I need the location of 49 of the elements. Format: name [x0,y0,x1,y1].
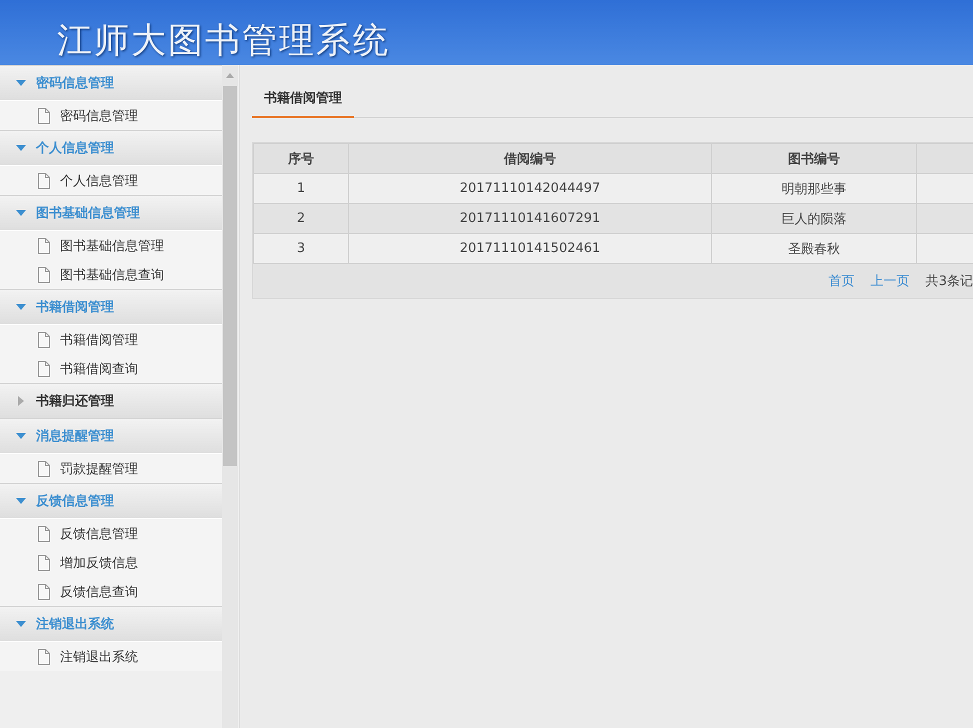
expanded-triangle-icon [16,145,26,151]
document-icon [38,172,50,188]
document-icon [38,526,50,542]
tab[interactable]: 书籍借阅管理 [252,83,354,118]
menu-item[interactable]: 个人信息管理 [0,166,222,195]
table-cell: 巨人的陨落 [712,204,916,234]
scrollbar[interactable] [222,65,238,728]
expanded-triangle-icon [16,210,26,216]
column-header: 序号 [254,144,348,174]
menu-item[interactable]: 密码信息管理 [0,101,222,130]
system-title: 江师大图书管理系统 [57,20,390,63]
menu-item[interactable]: 罚款提醒管理 [0,454,222,483]
table-cell: 20171110141607291 [348,204,712,234]
menu-item[interactable]: 图书基础信息查询 [0,260,222,289]
document-icon [38,266,50,282]
column-header: 图书编号 [712,144,916,174]
collapsed-triangle-icon [18,396,24,406]
table-cell: 2 [254,204,348,234]
scrollbar-thumb[interactable] [223,86,237,466]
expanded-triangle-icon [16,304,26,310]
menu-item[interactable]: 书籍借阅查询 [0,354,222,383]
expanded-triangle-icon [16,80,26,86]
table-cell: 20171110141502461 [348,234,712,264]
table-cell: 1 [254,174,348,204]
menu-item[interactable]: 增加反馈信息 [0,548,222,577]
document-icon [38,554,50,570]
table-cell: 3 [254,234,348,264]
menu-item[interactable]: 反馈信息查询 [0,577,222,606]
expanded-triangle-icon [16,498,26,504]
menu-item[interactable]: 书籍借阅管理 [0,325,222,354]
column-header: 借阅编号 [348,144,712,174]
document-icon [38,584,50,600]
menu-group[interactable]: 书籍归还管理 [0,383,222,418]
document-icon [38,360,50,376]
document-icon [38,332,50,348]
scroll-up-icon[interactable] [226,73,234,78]
document-icon [38,238,50,254]
table-cell: 明朝那些事 [712,174,916,204]
menu-item[interactable]: 注销退出系统 [0,642,222,671]
menu-item[interactable]: 反馈信息管理 [0,519,222,548]
expanded-triangle-icon [16,433,26,439]
menu-item[interactable]: 图书基础信息管理 [0,231,222,260]
document-icon [38,648,50,664]
document-icon [38,108,50,124]
table-cell: 20171110142044497 [348,174,712,204]
expanded-triangle-icon [16,621,26,627]
record-count: 共3条记 [926,273,973,290]
table-cell: 圣殿春秋 [712,234,916,264]
document-icon [38,460,50,476]
